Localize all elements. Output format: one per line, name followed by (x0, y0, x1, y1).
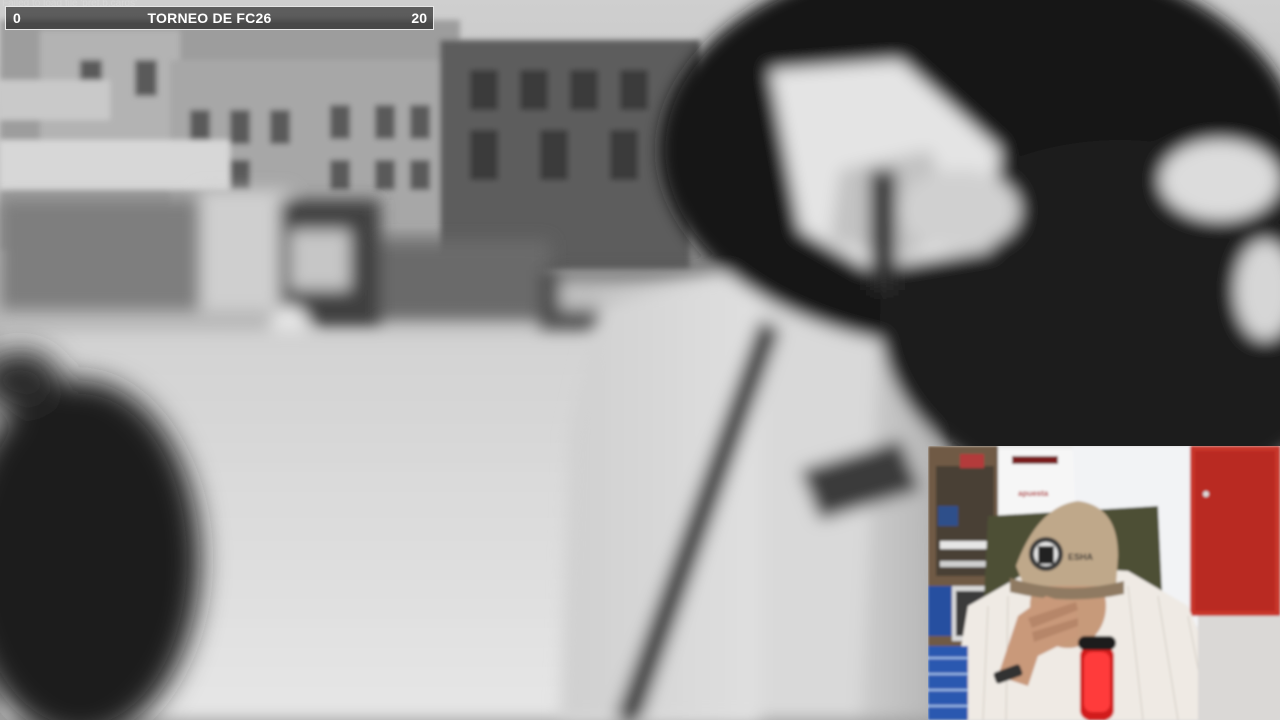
scoreboard-title: TORNEO DE FC26 (147, 10, 272, 26)
webcam-overlay: apuesta ESHA (928, 446, 1280, 720)
score-right: 20 (411, 10, 427, 26)
cap-text: ESHA (1068, 552, 1094, 562)
stream-stage: Failed to load file 'pref.b.cards' 0 TOR… (0, 0, 1280, 720)
jersey-text: apuesta (1018, 489, 1049, 498)
tournament-scoreboard: 0 TORNEO DE FC26 20 (5, 6, 434, 30)
